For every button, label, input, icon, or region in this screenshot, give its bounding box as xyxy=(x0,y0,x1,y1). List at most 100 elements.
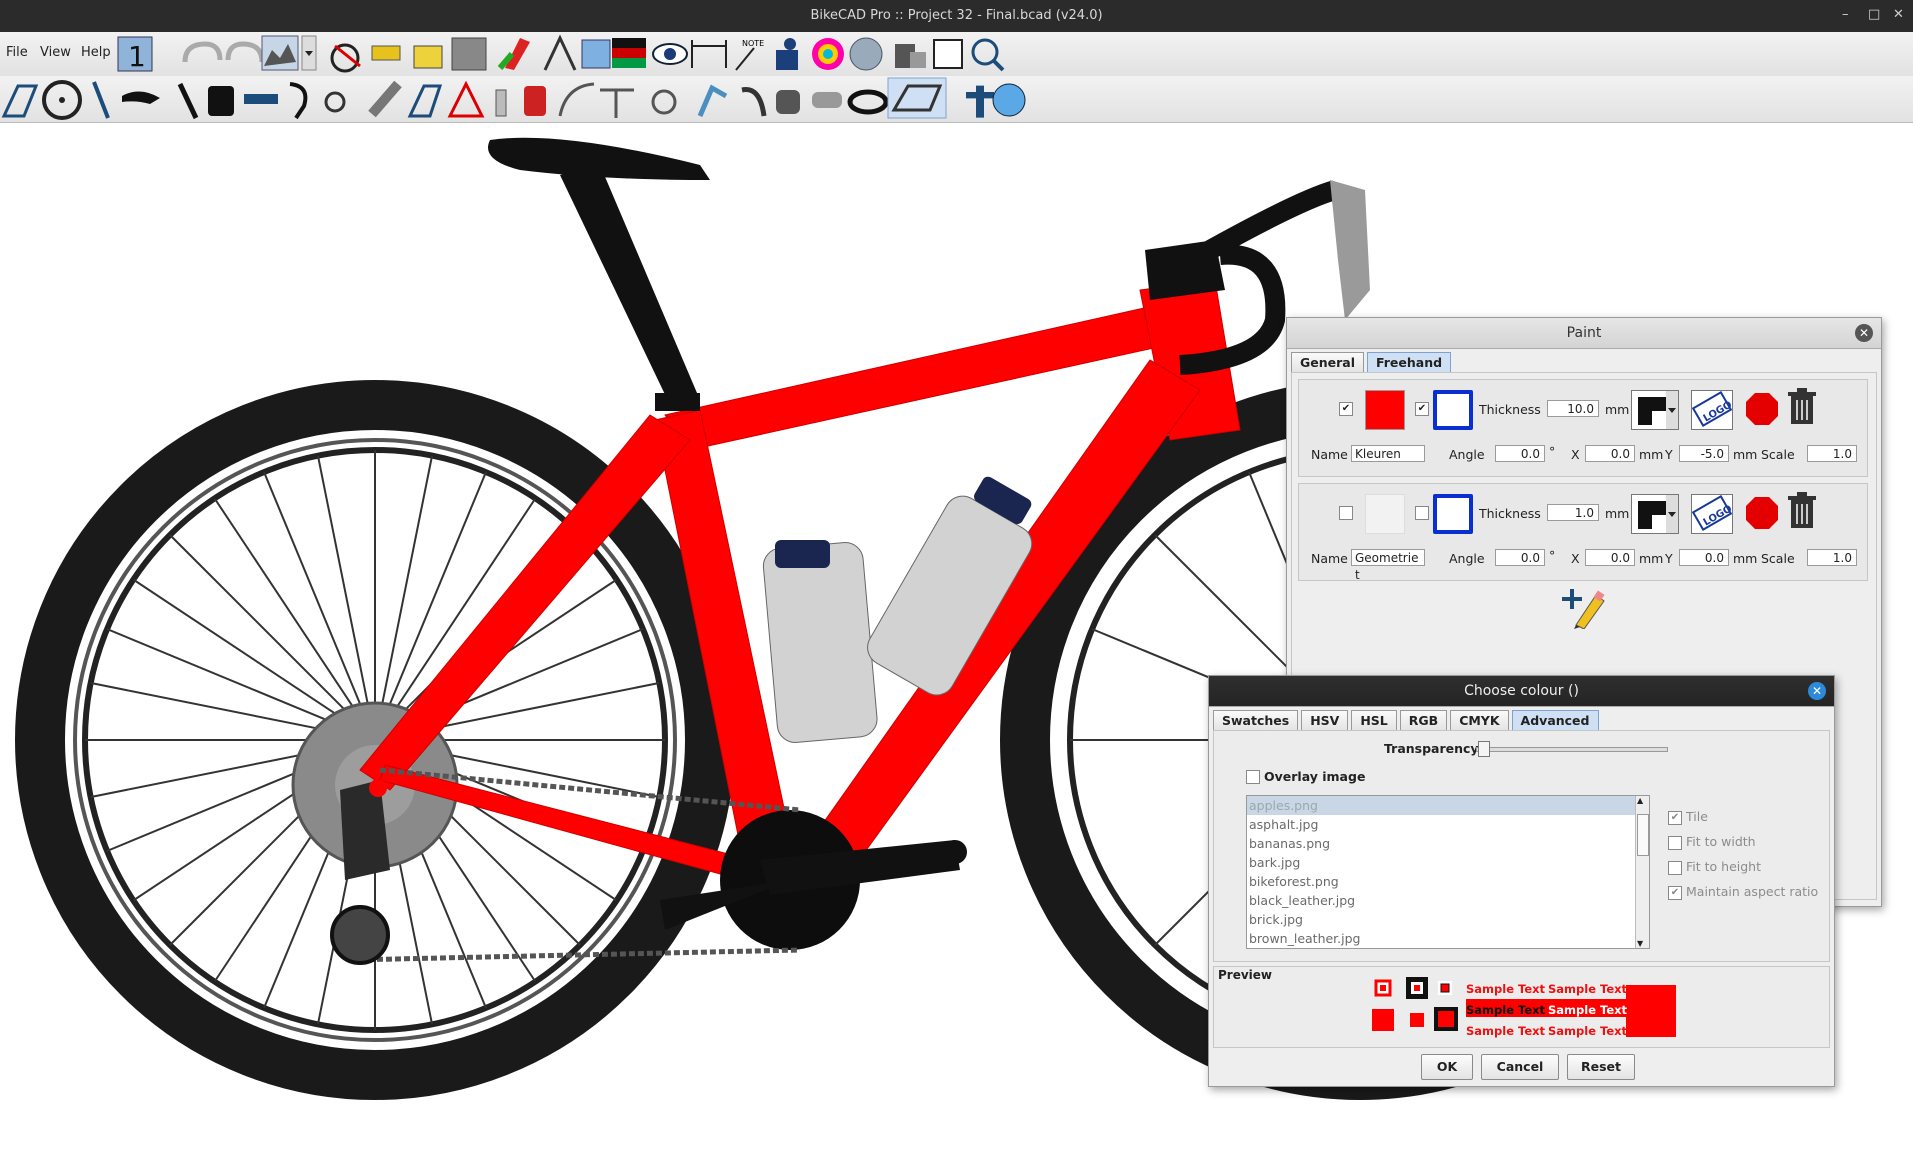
tab-swatches[interactable]: Swatches xyxy=(1213,710,1299,731)
list-item[interactable]: black_leather.jpg xyxy=(1247,891,1649,910)
list-item[interactable]: bananas.png xyxy=(1247,834,1649,853)
derailleur-icon[interactable] xyxy=(324,91,346,113)
fit-width-checkbox[interactable] xyxy=(1668,836,1682,850)
color-wheel-icon[interactable] xyxy=(812,38,844,70)
x-input[interactable]: 0.0 xyxy=(1585,549,1635,566)
delete-icon[interactable] xyxy=(1787,388,1817,430)
saddle-icon[interactable] xyxy=(122,91,160,104)
pedal-icon[interactable] xyxy=(776,90,800,114)
scroll-thumb[interactable] xyxy=(1637,814,1649,856)
fender-icon[interactable] xyxy=(558,82,595,117)
compass-icon[interactable] xyxy=(543,34,577,71)
notebook-icon[interactable] xyxy=(581,39,611,69)
hub-icon[interactable] xyxy=(812,92,842,108)
list-item[interactable]: apples.png xyxy=(1247,796,1649,815)
x-input[interactable]: 0.0 xyxy=(1585,445,1635,462)
handlebar-icon[interactable] xyxy=(289,82,308,120)
minimize-icon[interactable]: – xyxy=(1842,7,1849,22)
stroke-checkbox[interactable] xyxy=(1415,506,1429,520)
layer-name-input[interactable]: Kleuren xyxy=(1351,445,1425,462)
tab-cmyk[interactable]: CMYK xyxy=(1450,710,1509,731)
overlay-image-checkbox[interactable] xyxy=(1246,770,1260,784)
list-item[interactable]: bikeforest.png xyxy=(1247,872,1649,891)
fill-checkbox[interactable]: ✔ xyxy=(1339,402,1353,416)
list-item[interactable]: brown_leather.jpg xyxy=(1247,929,1649,948)
maintain-aspect-checkbox[interactable]: ✔ xyxy=(1668,886,1682,900)
line-cap-select[interactable] xyxy=(1631,390,1679,430)
logo-button[interactable]: LOGO xyxy=(1691,390,1734,430)
fit-height-checkbox[interactable] xyxy=(1668,861,1682,875)
plus-icon[interactable] xyxy=(966,85,994,118)
thickness-input[interactable]: 1.0 xyxy=(1547,504,1599,521)
pump-icon[interactable] xyxy=(371,45,401,61)
cancel-button[interactable]: Cancel xyxy=(1481,1054,1559,1080)
wheel-icon[interactable] xyxy=(42,80,82,120)
tab-general[interactable]: General xyxy=(1291,352,1364,373)
crankset-icon[interactable] xyxy=(651,89,677,115)
3d-blocks-icon[interactable] xyxy=(895,44,926,68)
dimension-line-icon[interactable] xyxy=(691,40,727,68)
stroke-color-swatch[interactable] xyxy=(1433,390,1473,430)
tire-icon[interactable] xyxy=(847,89,889,115)
transparency-slider-thumb[interactable] xyxy=(1478,741,1490,757)
tab-freehand[interactable]: Freehand xyxy=(1367,352,1452,373)
brake-icon[interactable] xyxy=(697,84,728,117)
list-item[interactable]: bark.jpg xyxy=(1247,853,1649,872)
tile-checkbox[interactable]: ✔ xyxy=(1668,811,1682,825)
texture-icon[interactable] xyxy=(451,37,487,71)
frame-selected-icon[interactable] xyxy=(887,77,947,119)
chainring-icon[interactable] xyxy=(849,37,883,71)
stroke-color-swatch[interactable] xyxy=(1433,494,1473,534)
frame-icon[interactable] xyxy=(1,84,39,118)
seatpost-icon[interactable] xyxy=(177,82,199,120)
undo-icon[interactable] xyxy=(182,41,223,63)
bike-wheel-icon[interactable] xyxy=(330,43,361,73)
kenya-flag-icon[interactable] xyxy=(612,38,646,68)
rack-icon[interactable] xyxy=(600,88,634,118)
scale-input[interactable]: 1.0 xyxy=(1807,445,1857,462)
list-item[interactable]: brick.jpg xyxy=(1247,910,1649,929)
y-input[interactable]: 0.0 xyxy=(1679,549,1729,566)
add-layer-icon[interactable] xyxy=(1562,585,1606,633)
logo-button[interactable]: LOGO xyxy=(1691,494,1734,534)
lock-icon[interactable] xyxy=(413,45,443,69)
blank-box-icon[interactable] xyxy=(933,39,963,69)
angle-input[interactable]: 0.0 xyxy=(1495,549,1545,566)
overlay-file-list[interactable]: apples.png asphalt.jpg bananas.png bark.… xyxy=(1246,795,1650,949)
tab-hsv[interactable]: HSV xyxy=(1301,710,1349,731)
y-input[interactable]: -5.0 xyxy=(1679,445,1729,462)
tab-rgb[interactable]: RGB xyxy=(1399,710,1448,731)
scroll-up-icon[interactable]: ▲ xyxy=(1637,796,1643,805)
fork-icon[interactable] xyxy=(92,81,110,119)
eye-icon[interactable] xyxy=(652,43,688,65)
colour-close-icon[interactable]: ✕ xyxy=(1808,682,1826,700)
scroll-down-icon[interactable]: ▼ xyxy=(1637,939,1643,948)
dropdown-arrow-icon[interactable] xyxy=(301,35,317,71)
transparency-slider[interactable] xyxy=(1476,747,1668,752)
fill-checkbox[interactable] xyxy=(1339,506,1353,520)
layer-name-input[interactable]: Geometrie t xyxy=(1351,549,1425,582)
stem-icon[interactable] xyxy=(244,94,278,104)
background-icon[interactable] xyxy=(261,35,299,71)
thickness-input[interactable]: 10.0 xyxy=(1547,400,1599,417)
paint-icon[interactable] xyxy=(497,38,530,70)
fill-color-swatch[interactable] xyxy=(1365,390,1405,430)
list-scrollbar[interactable]: ▲ ▼ xyxy=(1635,796,1649,948)
headset-icon[interactable] xyxy=(208,86,234,116)
zoom-icon[interactable] xyxy=(971,38,1005,72)
ok-button[interactable]: OK xyxy=(1421,1054,1473,1080)
paint-close-icon[interactable]: ✕ xyxy=(1855,324,1873,342)
line-cap-select[interactable] xyxy=(1631,494,1679,534)
stop-icon[interactable] xyxy=(1745,496,1779,534)
scale-input[interactable]: 1.0 xyxy=(1807,549,1857,566)
frame-triangle-icon[interactable] xyxy=(447,80,485,118)
rider-icon[interactable] xyxy=(776,38,798,70)
stroke-checkbox[interactable]: ✔ xyxy=(1415,402,1429,416)
lever-icon[interactable] xyxy=(741,87,767,117)
stop-icon[interactable] xyxy=(1745,392,1779,430)
tab-hsl[interactable]: HSL xyxy=(1351,710,1397,731)
delete-icon[interactable] xyxy=(1787,492,1817,534)
note-icon[interactable]: NOTE xyxy=(735,39,764,71)
list-item[interactable]: asphalt.jpg xyxy=(1247,815,1649,834)
angle-input[interactable]: 0.0 xyxy=(1495,445,1545,462)
